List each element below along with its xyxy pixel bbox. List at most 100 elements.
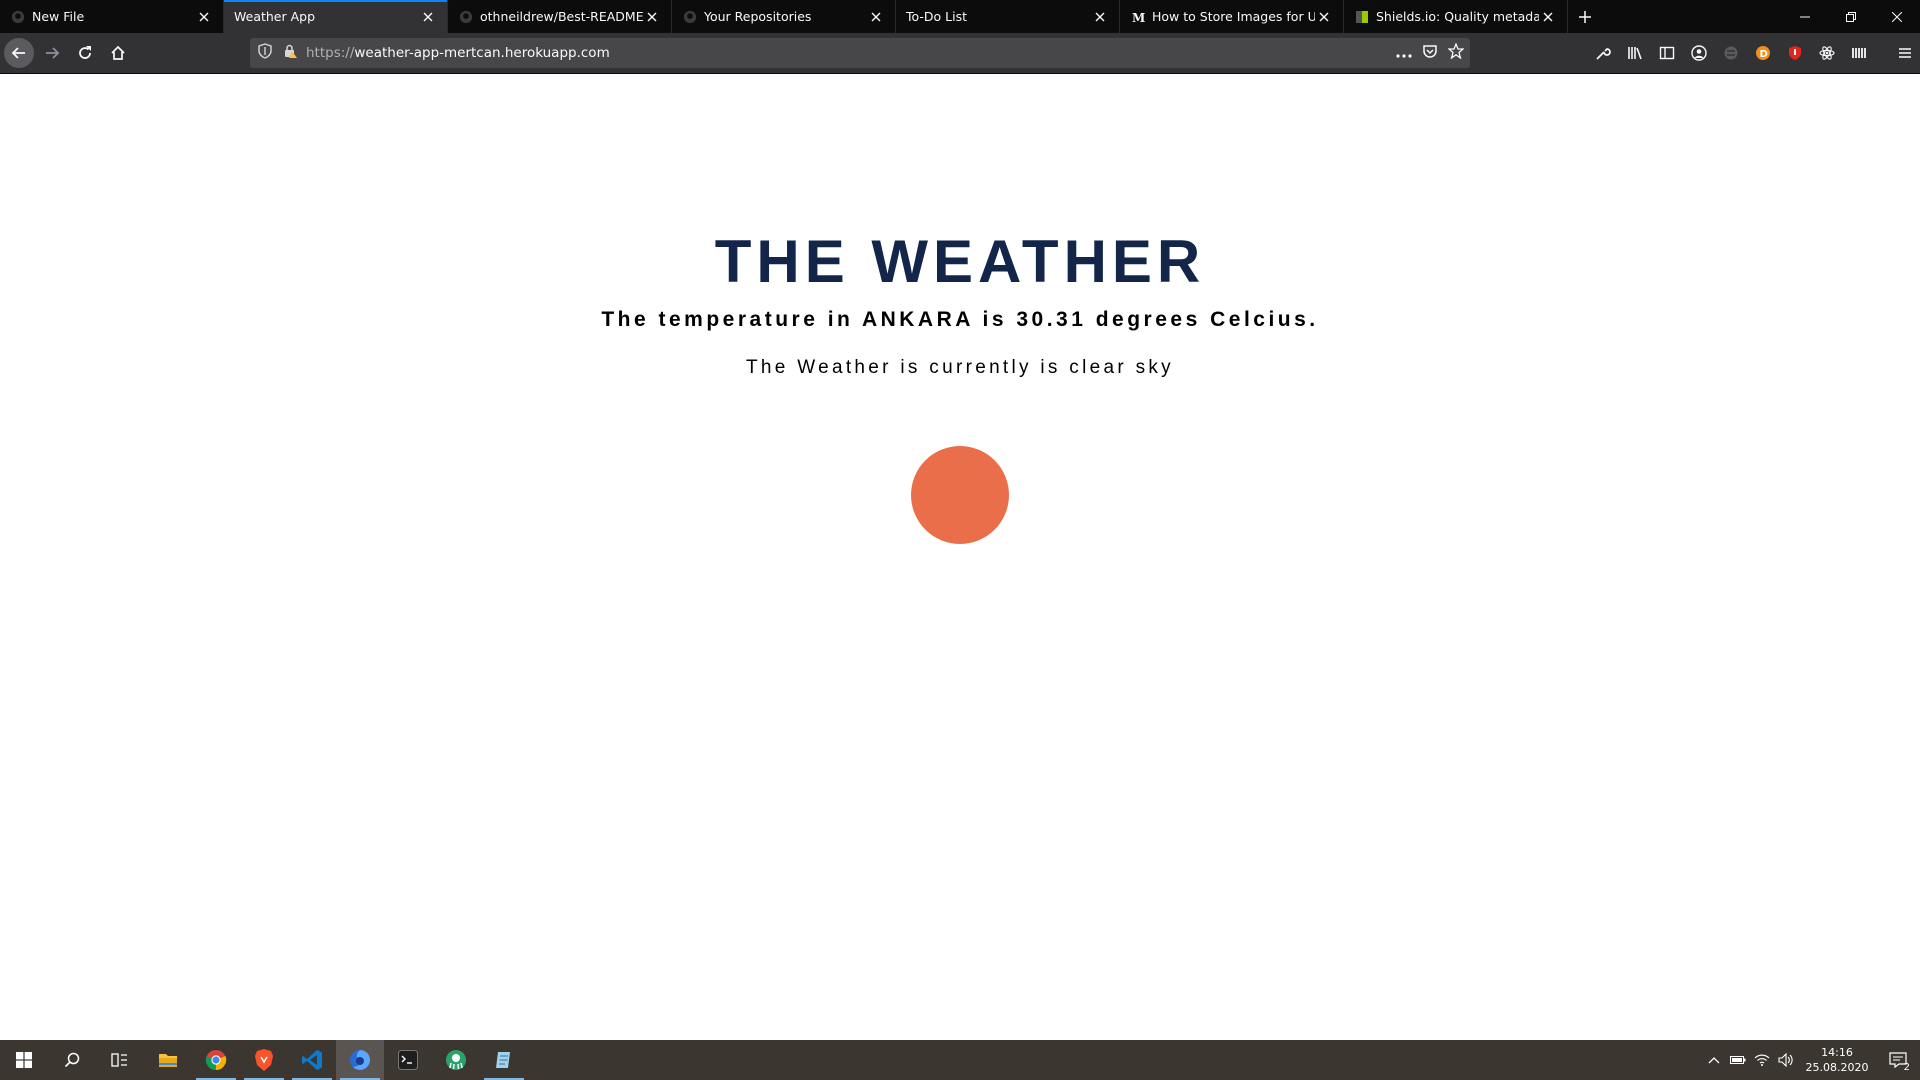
taskbar: 14:16 25.08.2020 2 — [0, 1040, 1920, 1080]
task-view-button[interactable] — [96, 1040, 144, 1080]
windows-start-icon — [16, 1052, 32, 1068]
chrome-icon — [205, 1050, 227, 1071]
medium-icon: M — [1130, 9, 1146, 25]
bookmark-star-icon[interactable] — [1447, 42, 1465, 63]
terminal-button[interactable] — [384, 1040, 432, 1080]
close-icon[interactable] — [1539, 8, 1557, 26]
system-tray: 14:16 25.08.2020 2 — [1702, 1040, 1920, 1080]
tab-title: Your Repositories — [704, 9, 812, 24]
brave-button[interactable] — [240, 1040, 288, 1080]
gitkraken-button[interactable] — [432, 1040, 480, 1080]
tab-title: Shields.io: Quality metadata ba — [1376, 9, 1539, 24]
extension-bars-icon[interactable] — [1846, 40, 1872, 66]
search-icon — [64, 1052, 80, 1068]
battery-icon[interactable] — [1726, 1040, 1750, 1080]
reload-button[interactable] — [70, 38, 100, 68]
pocket-icon[interactable] — [1422, 43, 1438, 63]
sun-icon — [911, 446, 1009, 544]
navigation-toolbar: https://weather-app-mertcan.herokuapp.co… — [0, 33, 1920, 73]
notes-button[interactable] — [480, 1040, 528, 1080]
github-icon — [458, 9, 474, 25]
close-icon[interactable] — [419, 8, 437, 26]
clock-time: 14:16 — [1821, 1046, 1853, 1059]
gitkraken-icon — [446, 1050, 466, 1070]
vscode-button[interactable] — [288, 1040, 336, 1080]
tab-best-readme[interactable]: othneildrew/Best-README-Ten — [448, 0, 672, 33]
close-icon[interactable] — [195, 8, 213, 26]
search-button[interactable] — [48, 1040, 96, 1080]
wifi-icon[interactable] — [1750, 1040, 1774, 1080]
close-icon[interactable] — [1091, 8, 1109, 26]
tab-todo-list[interactable]: To-Do List — [896, 0, 1120, 33]
forward-button[interactable] — [37, 38, 67, 68]
minimize-button[interactable] — [1782, 0, 1828, 33]
vscode-icon — [302, 1050, 322, 1070]
extension-red-icon[interactable] — [1782, 40, 1808, 66]
svg-text:M: M — [1132, 11, 1145, 24]
clock[interactable]: 14:16 25.08.2020 — [1798, 1045, 1876, 1075]
terminal-icon — [398, 1050, 418, 1070]
tab-title: New File — [32, 9, 85, 24]
tab-new-file[interactable]: New File — [0, 0, 224, 33]
toolbar-icons: D — [1590, 33, 1918, 73]
tab-title: Weather App — [234, 9, 316, 24]
reload-icon — [79, 46, 91, 59]
plus-icon — [1579, 10, 1591, 23]
tracking-protection-icon[interactable] — [258, 43, 272, 63]
hamburger-menu-icon[interactable] — [1892, 40, 1918, 66]
tab-store-images[interactable]: M How to Store Images for Use in — [1120, 0, 1344, 33]
tab-strip: New File Weather App othneildrew/Best-RE… — [0, 0, 1920, 33]
arrow-left-icon — [11, 47, 25, 59]
restore-button[interactable] — [1828, 0, 1874, 33]
firefox-button[interactable] — [336, 1040, 384, 1080]
react-devtools-icon[interactable] — [1814, 40, 1840, 66]
clock-date: 25.08.2020 — [1805, 1061, 1869, 1074]
restore-icon — [1846, 11, 1856, 22]
arrow-right-icon — [46, 47, 60, 59]
blocker-icon[interactable] — [1718, 40, 1744, 66]
close-icon[interactable] — [1315, 8, 1333, 26]
weather-description: The Weather is currently is clear sky — [746, 357, 1174, 378]
start-button[interactable] — [0, 1040, 48, 1080]
tab-title: othneildrew/Best-README-Ten — [480, 9, 643, 24]
new-tab-button[interactable] — [1568, 0, 1602, 33]
extension-d-icon[interactable]: D — [1750, 40, 1776, 66]
file-explorer-button[interactable] — [144, 1040, 192, 1080]
page-title: THE WEATHER — [714, 228, 1206, 295]
sidebar-icon[interactable] — [1654, 40, 1680, 66]
brave-icon — [255, 1049, 273, 1071]
svg-text:D: D — [1760, 49, 1768, 60]
task-view-icon — [111, 1053, 127, 1067]
action-center-button[interactable]: 2 — [1876, 1040, 1920, 1080]
home-icon — [111, 45, 125, 60]
file-explorer-icon — [159, 1054, 177, 1067]
insecure-lock-icon[interactable] — [282, 43, 298, 63]
account-icon[interactable] — [1686, 40, 1712, 66]
close-icon[interactable] — [643, 8, 661, 26]
shields-icon — [1354, 9, 1370, 25]
close-icon[interactable] — [867, 8, 885, 26]
chevron-up-icon[interactable] — [1702, 1040, 1726, 1080]
tab-weather-app[interactable]: Weather App — [224, 0, 448, 33]
developer-wrench-icon[interactable] — [1590, 40, 1616, 66]
tab-title: To-Do List — [906, 9, 967, 24]
minimize-icon — [1800, 16, 1810, 17]
back-button[interactable] — [4, 38, 34, 68]
close-window-button[interactable] — [1874, 0, 1920, 33]
github-icon — [682, 9, 698, 25]
page-actions-icon[interactable] — [1396, 44, 1412, 63]
url-text[interactable]: https://weather-app-mertcan.herokuapp.co… — [306, 45, 610, 61]
window-controls — [1782, 0, 1920, 33]
url-bar[interactable]: https://weather-app-mertcan.herokuapp.co… — [250, 38, 1470, 68]
tab-shields-io[interactable]: Shields.io: Quality metadata ba — [1344, 0, 1568, 33]
tab-title: How to Store Images for Use in — [1152, 9, 1315, 24]
library-icon[interactable] — [1622, 40, 1648, 66]
home-button[interactable] — [103, 38, 133, 68]
notification-count: 2 — [1903, 1062, 1910, 1073]
firefox-icon — [350, 1050, 370, 1070]
volume-icon[interactable] — [1774, 1040, 1798, 1080]
chrome-button[interactable] — [192, 1040, 240, 1080]
tab-your-repositories[interactable]: Your Repositories — [672, 0, 896, 33]
close-icon — [1892, 11, 1902, 22]
github-icon — [10, 9, 26, 25]
